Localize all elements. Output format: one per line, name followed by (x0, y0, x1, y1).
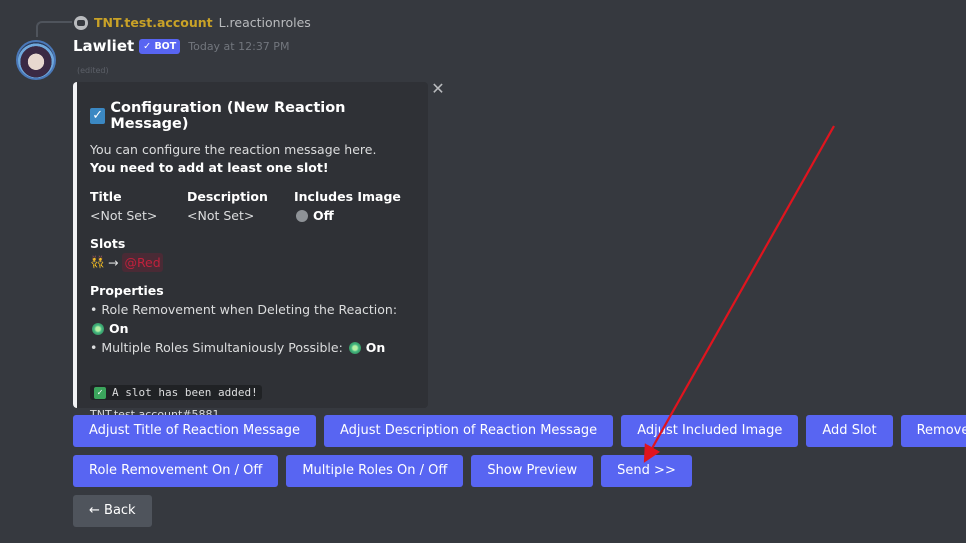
status-on-icon (92, 323, 104, 335)
embed-description: You can configure the reaction message h… (90, 141, 416, 177)
properties-label: Properties (90, 283, 164, 298)
property-value: On (109, 321, 129, 336)
reply-username[interactable]: TNT.test.account (94, 15, 213, 30)
field-value: <Not Set> (187, 208, 255, 223)
dancers-emoji-icon: 👯 (90, 255, 105, 269)
properties-section: Properties • Role Removement when Deleti… (90, 281, 416, 357)
adjust-image-button[interactable]: Adjust Included Image (621, 415, 799, 447)
message-header: Lawliet ✓ BOT Today at 12:37 PM (73, 37, 289, 55)
status-off-icon (296, 209, 308, 222)
button-row-1: Adjust Title of Reaction Message Adjust … (73, 415, 966, 447)
discord-avatar-icon (74, 15, 88, 30)
button-row-2: Role Removement On / Off Multiple Roles … (73, 455, 692, 487)
property-text: • Multiple Roles Simultaniously Possible… (90, 340, 343, 355)
embed-title: ✓ Configuration (New Reaction Message) (90, 100, 416, 132)
description-line: You can configure the reaction message h… (90, 142, 377, 157)
field-name: Title (90, 189, 122, 204)
multiple-roles-toggle-button[interactable]: Multiple Roles On / Off (286, 455, 464, 487)
send-button[interactable]: Send >> (601, 455, 692, 487)
embed-fields: Title <Not Set> Description <Not Set> In… (90, 187, 416, 225)
close-icon[interactable]: ✕ (431, 81, 445, 97)
embed: ✓ Configuration (New Reaction Message) Y… (73, 82, 428, 421)
field-title: Title <Not Set> (90, 187, 187, 225)
timestamp: Today at 12:37 PM (188, 39, 290, 53)
property-text: • Role Removement when Deleting the Reac… (90, 302, 398, 317)
property-item: • Multiple Roles Simultaniously Possible… (90, 338, 416, 357)
notice-text: A slot has been added! (112, 386, 258, 399)
back-button[interactable]: ← Back (73, 495, 152, 527)
bot-badge: ✓ BOT (139, 38, 181, 54)
field-value-row: Off (294, 206, 401, 225)
show-preview-button[interactable]: Show Preview (471, 455, 594, 487)
property-value: On (365, 340, 386, 355)
avatar[interactable] (16, 40, 56, 80)
edited-label: (edited) (77, 66, 109, 75)
field-name: Includes Image (294, 189, 401, 204)
adjust-title-button[interactable]: Adjust Title of Reaction Message (73, 415, 316, 447)
field-description: Description <Not Set> (187, 187, 294, 225)
button-row-3: ← Back (73, 495, 152, 527)
check-mark-icon: ✓ (94, 386, 106, 399)
status-on-icon (348, 342, 361, 354)
slots-section: Slots 👯 → @Red (90, 234, 416, 272)
property-item: • Role Removement when Deleting the Reac… (90, 300, 416, 338)
reply-reference[interactable]: TNT.test.account L.reactionroles (74, 15, 311, 30)
field-value: <Not Set> (90, 208, 158, 223)
field-includes-image: Includes Image Off (294, 187, 401, 225)
remove-slot-button[interactable]: Remove Slot (900, 415, 966, 447)
ballot-box-check-icon: ✓ (90, 108, 106, 124)
arrow-icon: → (107, 255, 119, 270)
field-value: Off (313, 208, 334, 223)
reply-content[interactable]: L.reactionroles (219, 15, 311, 30)
slot-item: 👯 → @Red (90, 253, 416, 272)
role-removement-toggle-button[interactable]: Role Removement On / Off (73, 455, 279, 487)
role-mention[interactable]: @Red (122, 253, 163, 272)
notice-code: ✓ A slot has been added! (90, 385, 262, 400)
adjust-description-button[interactable]: Adjust Description of Reaction Message (324, 415, 614, 447)
embed-title-text: Configuration (New Reaction Message) (110, 100, 346, 132)
add-slot-button[interactable]: Add Slot (806, 415, 893, 447)
description-warning: You need to add at least one slot! (90, 160, 329, 175)
field-name: Description (187, 189, 268, 204)
slots-label: Slots (90, 236, 126, 251)
annotation-arrow (643, 125, 835, 463)
reply-connector (36, 21, 72, 37)
username[interactable]: Lawliet (73, 37, 134, 55)
